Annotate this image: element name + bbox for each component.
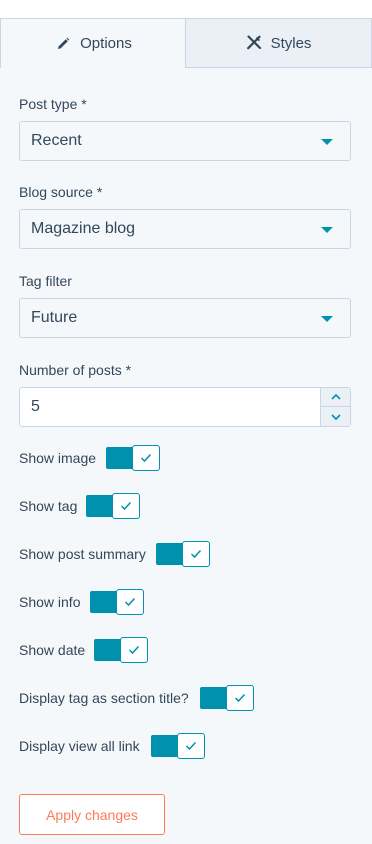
check-icon (124, 597, 136, 607)
tag-filter-select[interactable]: Future (19, 298, 351, 338)
show-image-toggle[interactable] (106, 445, 160, 471)
toggle-label: Show tag (19, 498, 78, 514)
toggle-row-show-info: Show info (19, 589, 144, 615)
toggle-label: Show image (19, 450, 97, 466)
toggle-row-show-tag: Show tag (19, 493, 140, 519)
toggle-row-show-post-summary: Show post summary (19, 541, 210, 567)
toggle-label: Show post summary (19, 546, 146, 562)
tab-styles[interactable]: Styles (185, 18, 372, 68)
pencil-icon (55, 36, 71, 52)
blog-source-select[interactable]: Magazine blog (19, 209, 351, 249)
tab-bar: Options Styles (0, 18, 372, 68)
toggle-row-display-tag-as-section-title: Display tag as section title? (19, 685, 254, 711)
show-post-summary-toggle[interactable] (156, 541, 210, 567)
toggle-label: Show info (19, 594, 81, 610)
tag-filter-value: Future (31, 309, 78, 326)
brush-icon (246, 35, 262, 51)
caret-down-icon (321, 139, 333, 145)
check-icon (128, 645, 140, 655)
show-info-toggle[interactable] (90, 589, 144, 615)
check-icon (190, 549, 202, 559)
toggle-label: Display tag as section title? (19, 690, 189, 706)
toggle-row-show-image: Show image (19, 445, 160, 471)
show-tag-toggle[interactable] (86, 493, 140, 519)
toggle-row-show-date: Show date (19, 637, 148, 663)
display-tag-as-section-title-toggle[interactable] (200, 685, 254, 711)
display-view-all-link-toggle[interactable] (151, 733, 205, 759)
post-type-value: Recent (31, 132, 82, 149)
toggle-label: Show date (19, 642, 86, 658)
tag-filter-label: Tag filter (19, 273, 72, 289)
post-type-label: Post type * (19, 96, 87, 112)
tab-styles-label: Styles (270, 34, 312, 52)
stepper-up-button[interactable] (321, 388, 350, 407)
chevron-down-icon (330, 413, 341, 420)
blog-source-label: Blog source * (19, 184, 103, 200)
blog-source-value: Magazine blog (31, 220, 136, 237)
check-icon (120, 501, 132, 511)
check-icon (234, 693, 246, 703)
toggle-label: Display view all link (19, 738, 140, 754)
apply-changes-button[interactable]: Apply changes (19, 794, 165, 835)
chevron-up-icon (330, 393, 341, 400)
number-of-posts-input[interactable]: 5 (19, 387, 351, 427)
quantity-stepper (320, 388, 350, 426)
check-icon (185, 741, 197, 751)
toggle-row-display-view-all-link: Display view all link (19, 733, 205, 759)
top-strip (0, 0, 372, 18)
caret-down-icon (321, 227, 333, 233)
caret-down-icon (321, 316, 333, 322)
number-of-posts-value: 5 (31, 398, 40, 415)
show-date-toggle[interactable] (94, 637, 148, 663)
tab-options-label: Options (80, 35, 132, 52)
tab-options[interactable]: Options (0, 18, 186, 68)
check-icon (140, 453, 152, 463)
number-of-posts-label: Number of posts * (19, 362, 132, 378)
post-type-select[interactable]: Recent (19, 121, 351, 161)
stepper-down-button[interactable] (321, 407, 350, 426)
